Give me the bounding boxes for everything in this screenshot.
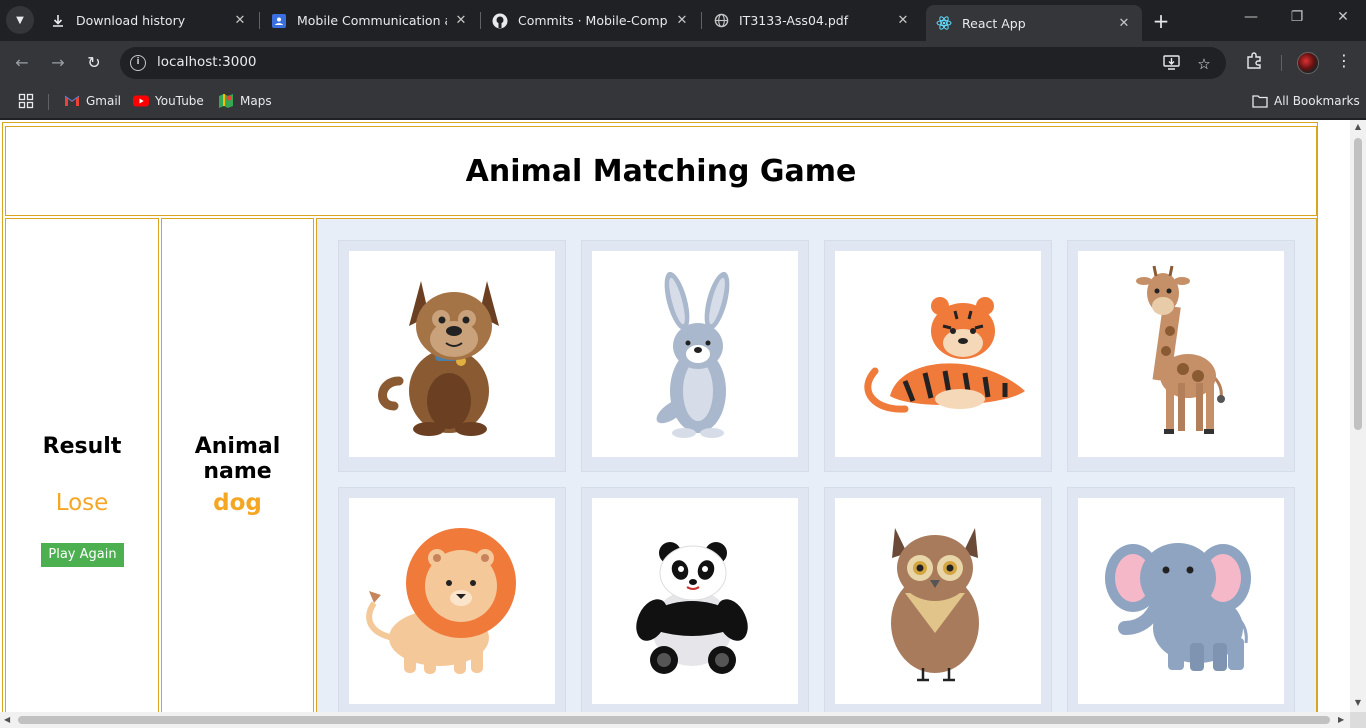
- bookmark-gmail[interactable]: Gmail: [64, 93, 121, 109]
- bookmark-star-icon[interactable]: ☆: [1195, 55, 1213, 73]
- tab-title: Download history: [76, 13, 186, 28]
- scroll-down-icon[interactable]: ▼: [1350, 698, 1366, 707]
- animal-name-value: dog: [213, 490, 262, 516]
- restore-icon[interactable]: ❐: [1287, 9, 1307, 25]
- result-label: Result: [42, 434, 122, 459]
- scrollbar-thumb[interactable]: [1354, 138, 1362, 430]
- close-icon[interactable]: ✕: [232, 13, 248, 28]
- animal-card-panda[interactable]: [581, 487, 809, 712]
- page-title: Animal Matching Game: [465, 153, 857, 189]
- profile-avatar[interactable]: [1297, 52, 1319, 74]
- horizontal-scrollbar[interactable]: ◀ ▶: [0, 712, 1350, 728]
- result-panel: Result Lose Play Again: [5, 218, 159, 712]
- globe-icon: [713, 13, 729, 29]
- scroll-up-icon[interactable]: ▲: [1350, 122, 1366, 131]
- tab-search-button[interactable]: ▼: [6, 6, 34, 34]
- scroll-left-icon[interactable]: ◀: [4, 715, 10, 724]
- extensions-icon[interactable]: [1243, 51, 1265, 73]
- game-header: Animal Matching Game: [5, 126, 1317, 216]
- address-bar[interactable]: i localhost:3000 ☆: [120, 47, 1226, 79]
- elephant-icon: [1078, 498, 1284, 704]
- result-value: Lose: [55, 490, 109, 516]
- tab-title: Mobile Communication and: [297, 13, 447, 28]
- animal-card-dog[interactable]: [338, 240, 566, 472]
- gmail-icon: [64, 93, 80, 109]
- animal-card-giraffe[interactable]: [1067, 240, 1295, 472]
- animal-card-tiger[interactable]: [824, 240, 1052, 472]
- github-icon: [492, 13, 508, 29]
- bookmark-maps[interactable]: Maps: [218, 93, 272, 109]
- scroll-right-icon[interactable]: ▶: [1338, 715, 1344, 724]
- forward-icon[interactable]: →: [46, 51, 70, 75]
- tab-title: Commits · Mobile-Computin: [518, 13, 668, 28]
- url-text: localhost:3000: [157, 54, 257, 70]
- giraffe-icon: [1078, 251, 1284, 457]
- tab-download-history[interactable]: Download history ✕: [40, 7, 258, 34]
- animal-grid: [316, 218, 1317, 712]
- back-icon[interactable]: ←: [10, 51, 34, 75]
- tab-mobile-communication[interactable]: Mobile Communication and ✕: [261, 7, 479, 34]
- vertical-scrollbar[interactable]: ▲ ▼: [1350, 120, 1366, 712]
- site-info-icon[interactable]: i: [130, 55, 146, 71]
- window-close-icon[interactable]: ✕: [1333, 9, 1353, 25]
- bookmarks-bar: Gmail YouTube Maps All Bookmarks: [0, 85, 1366, 119]
- install-app-icon[interactable]: [1162, 55, 1180, 74]
- browser-tab-strip: ▼ Download history ✕ Mobile Communicatio…: [0, 0, 1366, 41]
- rabbit-icon: [592, 251, 798, 457]
- play-again-button[interactable]: Play Again: [41, 543, 124, 567]
- reload-icon[interactable]: ↻: [82, 51, 106, 75]
- close-icon[interactable]: ✕: [453, 13, 469, 28]
- bookmark-youtube[interactable]: YouTube: [133, 93, 204, 109]
- animal-card-rabbit[interactable]: [581, 240, 809, 472]
- owl-icon: [835, 498, 1041, 704]
- all-bookmarks-folder[interactable]: All Bookmarks: [1252, 93, 1360, 109]
- tab-react-app[interactable]: React App ✕: [926, 5, 1142, 41]
- react-icon: [936, 15, 952, 31]
- tab-title: IT3133-Ass04.pdf: [739, 13, 849, 28]
- menu-kebab-icon[interactable]: ⋮: [1333, 51, 1355, 70]
- minimize-icon[interactable]: —: [1241, 9, 1261, 25]
- animal-card-elephant[interactable]: [1067, 487, 1295, 712]
- tab-pdf[interactable]: IT3133-Ass04.pdf ✕: [703, 7, 921, 34]
- close-icon[interactable]: ✕: [1116, 16, 1132, 31]
- animal-card-lion[interactable]: [338, 487, 566, 712]
- google-docs-icon: [271, 13, 287, 29]
- tab-commits[interactable]: Commits · Mobile-Computin ✕: [482, 7, 700, 34]
- tab-title: React App: [962, 15, 1026, 31]
- youtube-icon: [133, 93, 149, 109]
- scrollbar-thumb[interactable]: [18, 716, 1330, 724]
- maps-icon: [218, 93, 234, 109]
- folder-icon: [1252, 93, 1268, 109]
- close-icon[interactable]: ✕: [895, 13, 911, 28]
- download-icon: [50, 13, 66, 29]
- tiger-icon: [835, 251, 1041, 457]
- page-viewport: Animal Matching Game Result Lose Play Ag…: [0, 120, 1350, 712]
- animal-name-label: Animal name: [194, 434, 281, 484]
- dog-icon: [349, 251, 555, 457]
- new-tab-button[interactable]: +: [1150, 9, 1172, 33]
- apps-grid-icon[interactable]: [18, 93, 34, 109]
- browser-toolbar: ← → ↻ i localhost:3000 ☆ ⋮: [0, 41, 1366, 85]
- close-icon[interactable]: ✕: [674, 13, 690, 28]
- animal-name-panel: Animal name dog: [161, 218, 314, 712]
- lion-icon: [349, 498, 555, 704]
- panda-icon: [592, 498, 798, 704]
- animal-card-owl[interactable]: [824, 487, 1052, 712]
